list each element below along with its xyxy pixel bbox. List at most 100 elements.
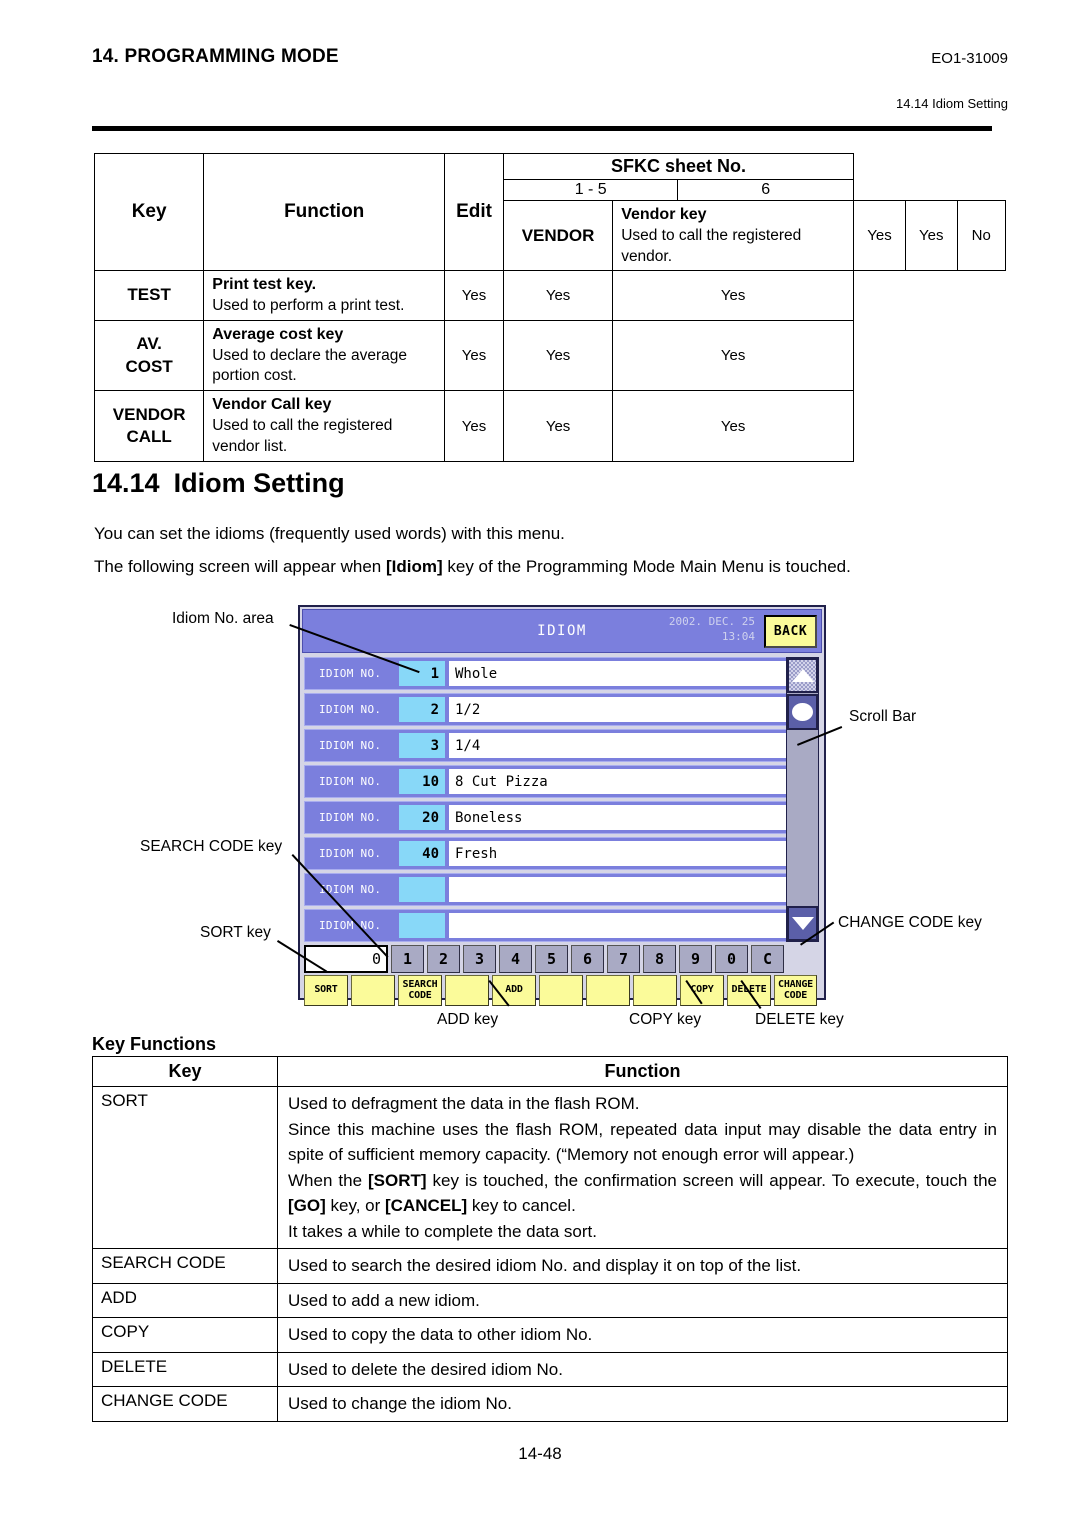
function-title: Average cost key — [212, 325, 344, 343]
numeric-key-5[interactable]: 5 — [535, 945, 568, 973]
list-item[interactable]: IDIOM NO. — [304, 909, 791, 942]
idiom-no-field[interactable]: 1 — [399, 661, 445, 686]
section-paragraph-1: You can set the idioms (frequently used … — [94, 524, 565, 543]
numeric-key-3[interactable]: 3 — [463, 945, 496, 973]
idiom-no-field[interactable]: 20 — [399, 805, 445, 830]
idiom-no-field[interactable] — [399, 913, 445, 938]
idiom-text-field[interactable]: Whole — [449, 661, 788, 686]
list-item[interactable]: IDIOM NO. — [304, 873, 791, 906]
idiom-text-field[interactable]: 1/4 — [449, 733, 788, 758]
device-title-bar: IDIOM 2002. DEC. 25 13:04 BACK — [302, 609, 822, 653]
function-line: Used to defragment the data in the flash… — [288, 1094, 640, 1113]
idiom-no-label: IDIOM NO. — [319, 883, 382, 896]
list-item[interactable]: IDIOM NO. 40 Fresh — [304, 837, 791, 870]
fk-line1: SEARCH — [402, 979, 438, 990]
idiom-text-field[interactable]: Fresh — [449, 841, 788, 866]
back-button[interactable]: BACK — [764, 615, 817, 648]
numeric-key-7[interactable]: 7 — [607, 945, 640, 973]
function-line: Since this machine uses the flash ROM, r… — [288, 1119, 997, 1165]
fk-line2: CODE — [783, 989, 808, 1001]
key-line: TEST — [127, 285, 171, 305]
list-item[interactable]: IDIOM NO. 2 1/2 — [304, 693, 791, 726]
numeric-key-0[interactable]: 0 — [715, 945, 748, 973]
function-line: When the [SORT] key is touched, the conf… — [288, 1168, 997, 1219]
fl-pre: When the — [288, 1170, 369, 1190]
para2-part-a: The following screen will appear when — [94, 557, 386, 576]
table-row: SORT Used to defragment the data in the … — [92, 1086, 1008, 1249]
numeric-key-4[interactable]: 4 — [499, 945, 532, 973]
cell-sfkc-1-5: Yes — [502, 390, 614, 462]
function-desc: Used to call the registered vendor list. — [212, 416, 393, 455]
idiom-text-field[interactable]: 1/2 — [449, 697, 788, 722]
table-header-row: Key Function Edit SFKC sheet No. 1 - 5 6 — [93, 152, 1006, 272]
blank-key-5[interactable] — [633, 975, 677, 1006]
numeric-key-6[interactable]: 6 — [571, 945, 604, 973]
cell-edit: Yes — [444, 270, 504, 321]
scroll-bar[interactable] — [786, 657, 819, 942]
cell-key: VENDOR CALL — [93, 390, 205, 462]
function-title: Vendor key — [621, 206, 707, 223]
cell-sfkc-6: Yes — [612, 390, 855, 462]
triangle-up-icon — [791, 669, 814, 682]
blank-key-1[interactable] — [351, 975, 395, 1006]
cell-sfkc-6: Yes — [612, 270, 855, 321]
fl-cancel-key: [CANCEL] — [384, 1196, 468, 1215]
table-row: ADD Used to add a new idiom. — [92, 1282, 1008, 1318]
idiom-no-label: IDIOM NO. — [319, 919, 382, 932]
cell-key: COPY — [92, 1317, 278, 1353]
numeric-key-2[interactable]: 2 — [427, 945, 460, 973]
table-row: DELETE Used to delete the desired idiom … — [92, 1351, 1008, 1387]
numeric-key-9[interactable]: 9 — [679, 945, 712, 973]
idiom-no-field[interactable]: 2 — [399, 697, 445, 722]
section-number: 14.14 — [92, 468, 160, 498]
header-divider — [92, 126, 992, 131]
callout-add-key: ADD key — [437, 1011, 499, 1028]
idiom-no-label: IDIOM NO. — [319, 667, 382, 680]
idiom-no-label: IDIOM NO. — [319, 775, 382, 788]
key-function-table: Key Function Edit SFKC sheet No. 1 - 5 6… — [93, 152, 1007, 462]
blank-key-2[interactable] — [445, 975, 489, 1006]
cell-function: Used to delete the desired idiom No. — [277, 1351, 1008, 1387]
cell-function: Vendor key Used to call the registered v… — [612, 199, 855, 272]
idiom-no-field[interactable]: 10 — [399, 769, 445, 794]
idiom-text-field[interactable] — [449, 877, 788, 902]
fk-line2: CODE — [408, 989, 432, 1001]
para2-idiom-key: [Idiom] — [386, 557, 443, 576]
list-item[interactable]: IDIOM NO. 20 Boneless — [304, 801, 791, 834]
function-title: Vendor Call key — [212, 396, 332, 414]
th-key: Key — [92, 1056, 278, 1087]
th-sfkc-1-5: 1 - 5 — [504, 180, 679, 200]
table-row: CHANGE CODE Used to change the idiom No. — [92, 1386, 1008, 1422]
search-code-key[interactable]: SEARCH CODE — [398, 975, 442, 1006]
numeric-key-8[interactable]: 8 — [643, 945, 676, 973]
idiom-no-field[interactable]: 40 — [399, 841, 445, 866]
cell-sfkc-6: No — [956, 199, 1007, 272]
scroll-thumb[interactable] — [787, 694, 818, 730]
idiom-text-field[interactable] — [449, 913, 788, 938]
list-item[interactable]: IDIOM NO. 10 8 Cut Pizza — [304, 765, 791, 798]
idiom-no-field[interactable]: 3 — [399, 733, 445, 758]
idiom-text-field[interactable]: 8 Cut Pizza — [449, 769, 788, 794]
blank-key-4[interactable] — [586, 975, 630, 1006]
scroll-up-button[interactable] — [787, 658, 818, 693]
list-item[interactable]: IDIOM NO. 1 Whole — [304, 657, 791, 690]
page-header-title: 14. PROGRAMMING MODE — [92, 46, 339, 67]
idiom-text-field[interactable]: Boneless — [449, 805, 788, 830]
device-screen: IDIOM 2002. DEC. 25 13:04 BACK IDIOM NO.… — [298, 605, 826, 1006]
section-title: Idiom Setting — [173, 468, 345, 498]
numeric-entry-field[interactable]: 0 — [304, 945, 388, 973]
idiom-no-field[interactable] — [399, 877, 445, 902]
numeric-key-1[interactable]: 1 — [391, 945, 424, 973]
change-code-key[interactable]: CHANGE CODE — [774, 975, 817, 1006]
idiom-no-label: IDIOM NO. — [319, 811, 382, 824]
th-sfkc-label: SFKC sheet No. — [503, 154, 854, 180]
key-line: COST — [125, 356, 173, 376]
blank-key-3[interactable] — [539, 975, 583, 1006]
table-header-row: Key Function — [92, 1056, 1008, 1087]
sort-key[interactable]: SORT — [304, 975, 348, 1006]
list-item[interactable]: IDIOM NO. 3 1/4 — [304, 729, 791, 762]
clear-key[interactable]: C — [751, 945, 784, 973]
cell-function: Used to change the idiom No. — [277, 1386, 1008, 1422]
key-functions-table: Key Function SORT Used to defragment the… — [92, 1056, 1008, 1422]
cell-sfkc-1-5: Yes — [502, 319, 614, 392]
